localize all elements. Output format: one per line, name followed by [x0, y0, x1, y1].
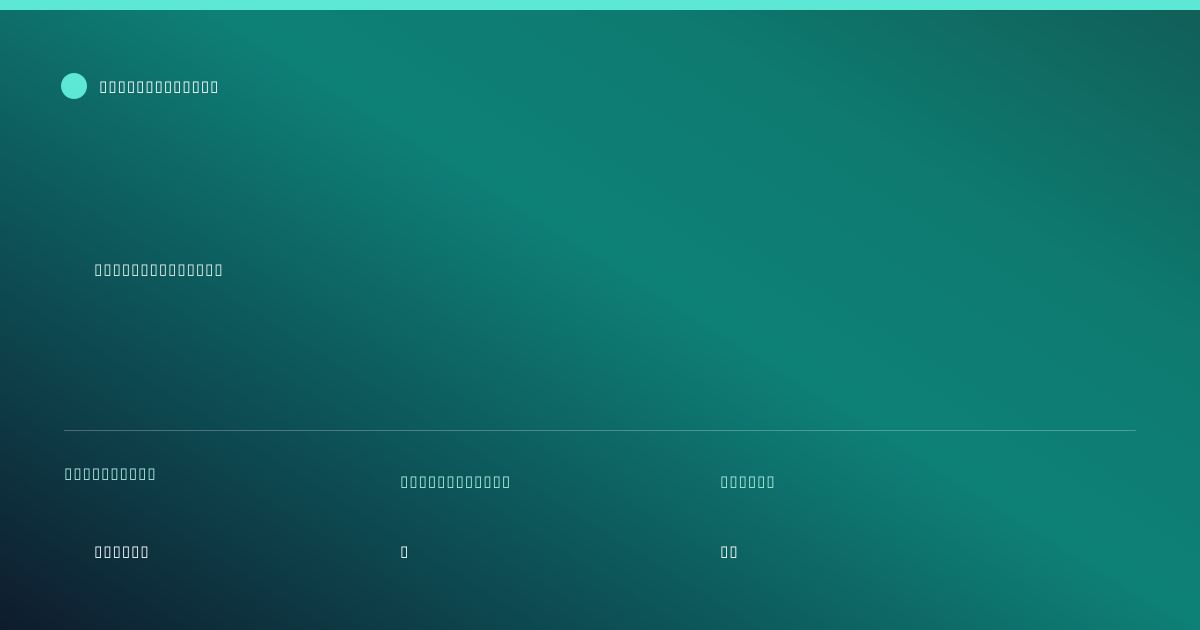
brand-name: ▯▯▯▯▯▯▯▯▯▯▯▯▯	[99, 77, 220, 95]
top-accent-bar	[0, 0, 1200, 10]
divider	[64, 430, 1136, 431]
stat-label-1: ▯▯▯▯▯▯▯▯▯▯	[64, 464, 157, 482]
stat-value-1: ▯▯▯▯▯▯	[94, 542, 150, 560]
stat-value-3: ▯▯	[720, 542, 739, 560]
brand: ▯▯▯▯▯▯▯▯▯▯▯▯▯	[61, 73, 219, 99]
brand-logo-dot-icon	[61, 73, 87, 99]
stat-label-2: ▯▯▯▯▯▯▯▯▯▯▯▯	[400, 472, 512, 490]
headline-text: ▯▯▯▯▯▯▯▯▯▯▯▯▯▯	[94, 260, 224, 278]
stat-value-2: ▯	[400, 542, 410, 560]
stat-label-3: ▯▯▯▯▯▯	[720, 472, 776, 490]
